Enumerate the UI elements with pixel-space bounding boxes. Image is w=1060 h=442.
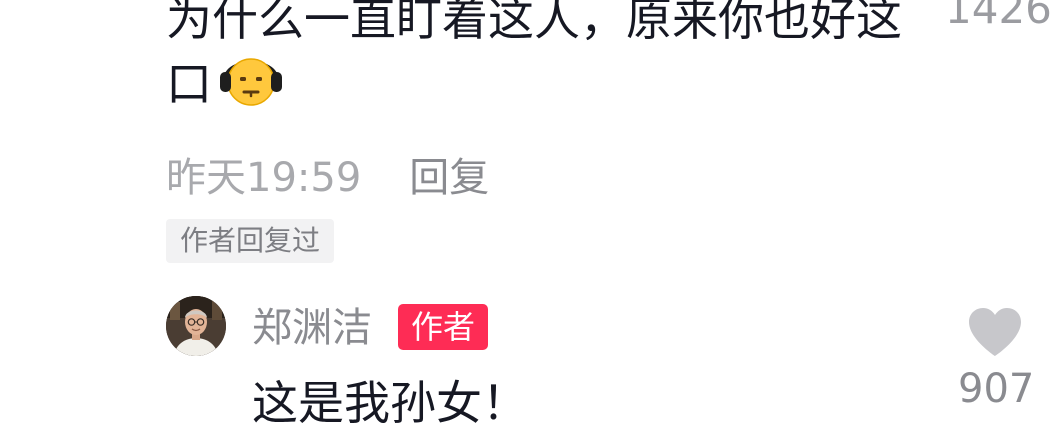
comment-text: 为什么一直盯着这人，原来你也好这口 bbox=[166, 0, 926, 115]
reply-author-name[interactable]: 郑渊洁 bbox=[252, 300, 372, 356]
comment-timestamp: 昨天19:59 bbox=[166, 155, 362, 201]
heart-icon[interactable] bbox=[966, 306, 1024, 358]
headphone-face-emoji-icon bbox=[220, 58, 282, 106]
reply-text: 这是我孙女！ bbox=[252, 376, 528, 430]
reply-button[interactable]: 回复 bbox=[409, 145, 489, 203]
comment-like-count: 1426 bbox=[945, 0, 1052, 33]
author-tag-badge: 作者 bbox=[398, 304, 489, 350]
comment-meta: 昨天19:59 回复 bbox=[166, 146, 489, 202]
reply-like-count: 907 bbox=[958, 366, 1035, 412]
author-replied-badge: 作者回复过 bbox=[166, 219, 335, 263]
avatar-portrait-image bbox=[166, 296, 226, 356]
author-avatar[interactable] bbox=[166, 296, 226, 356]
